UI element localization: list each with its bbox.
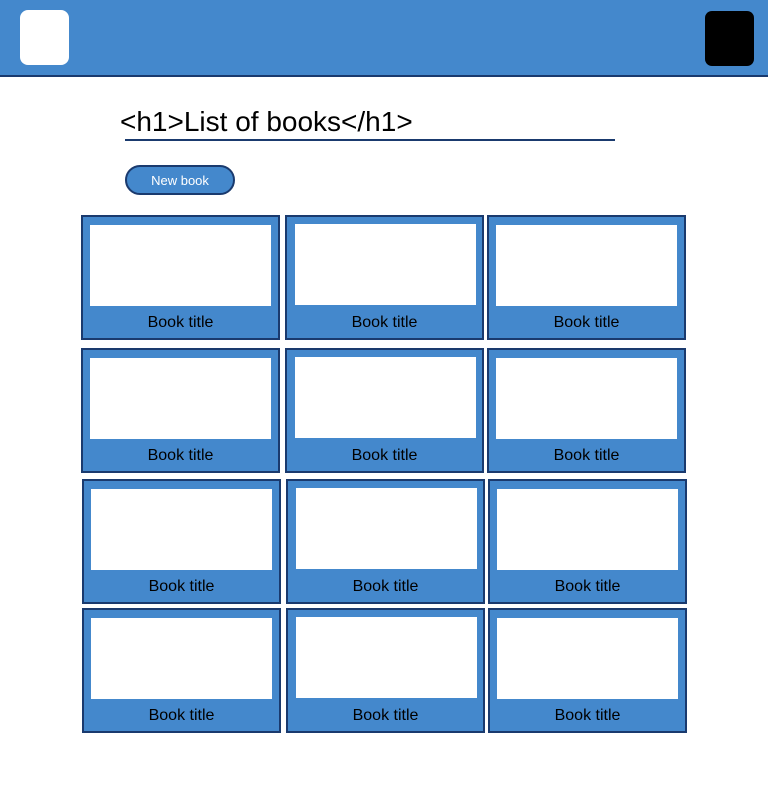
book-card[interactable]: Book title [488,608,687,733]
book-card[interactable]: Book title [487,348,686,473]
title-underline [125,139,615,141]
book-cover-image [497,618,678,699]
book-cover-image [296,617,477,698]
book-title: Book title [352,707,419,724]
book-card[interactable]: Book title [82,479,281,604]
book-title: Book title [553,447,620,464]
book-title: Book title [147,447,214,464]
book-card[interactable]: Book title [488,479,687,604]
book-title: Book title [351,447,418,464]
book-card[interactable]: Book title [81,348,280,473]
user-avatar-icon[interactable] [705,11,754,66]
top-bar [0,0,768,77]
book-cover-image [90,358,271,439]
book-cover-image [496,225,677,306]
book-card[interactable]: Book title [285,348,484,473]
book-title: Book title [352,578,419,595]
book-title: Book title [554,707,621,724]
book-card[interactable]: Book title [285,215,484,340]
book-title: Book title [553,314,620,331]
book-cover-image [497,489,678,570]
book-card[interactable]: Book title [286,479,485,604]
book-title: Book title [147,314,214,331]
logo-icon[interactable] [20,10,69,65]
book-card[interactable]: Book title [82,608,281,733]
book-cover-image [90,225,271,306]
book-card[interactable]: Book title [286,608,485,733]
book-title: Book title [148,707,215,724]
book-title: Book title [148,578,215,595]
book-card[interactable]: Book title [81,215,280,340]
book-card[interactable]: Book title [487,215,686,340]
book-cover-image [295,357,476,438]
page-title: <h1>List of books</h1> [120,106,413,137]
book-cover-image [295,224,476,305]
new-book-button[interactable]: New book [125,165,235,195]
book-cover-image [91,489,272,570]
book-cover-image [91,618,272,699]
book-cover-image [496,358,677,439]
book-title: Book title [351,314,418,331]
book-cover-image [296,488,477,569]
book-title: Book title [554,578,621,595]
